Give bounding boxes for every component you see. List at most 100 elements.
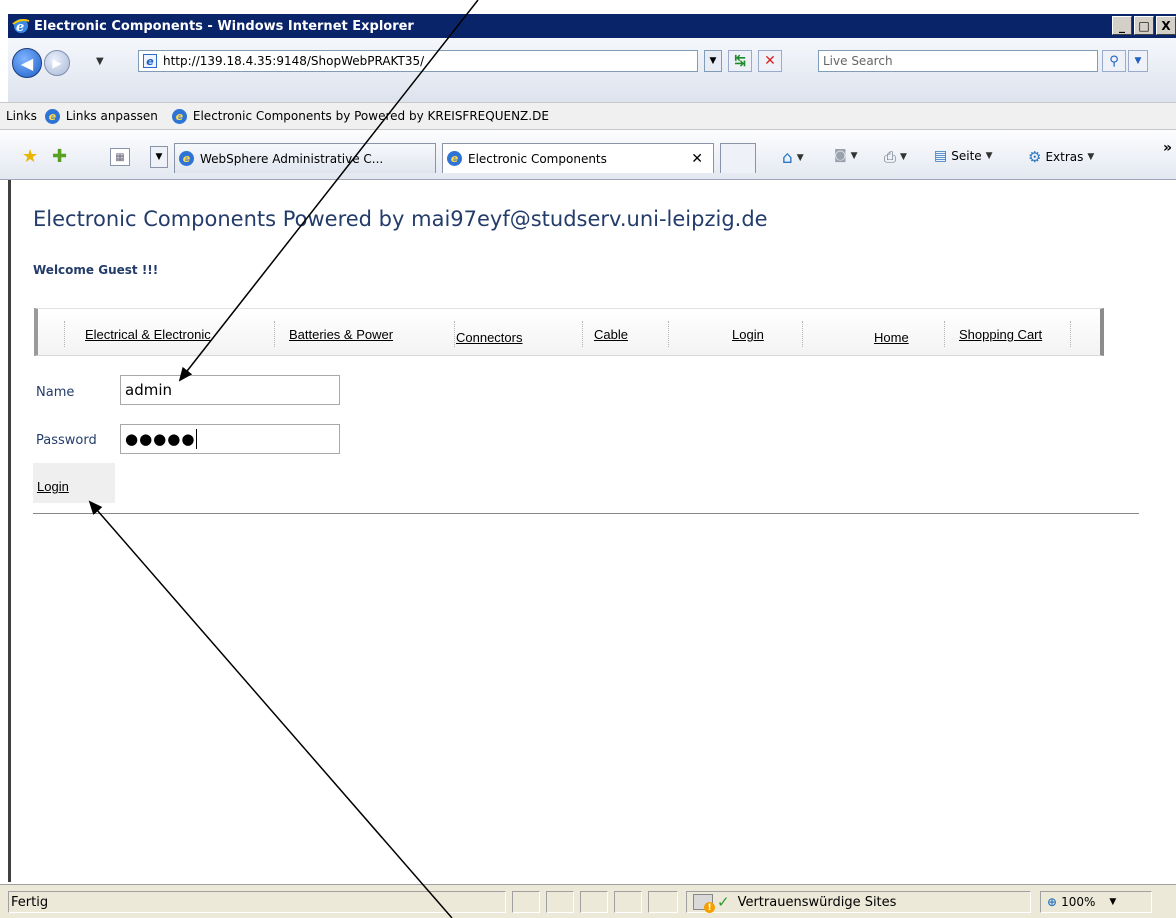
search-button[interactable]: ⚲ <box>1102 50 1126 72</box>
page-menu-button[interactable]: ▤ Seite ▼ <box>934 148 993 164</box>
tools-menu-button[interactable]: ⚙ Extras ▼ <box>1028 148 1094 166</box>
search-input[interactable]: Live Search <box>818 50 1098 72</box>
status-message: Fertig <box>11 894 49 910</box>
print-icon: ⎙ <box>884 148 897 166</box>
address-dropdown[interactable]: ▼ <box>704 50 722 72</box>
address-toolbar: ◀ ▶ ▼ e http://139.18.4.35:9148/ShopWebP… <box>8 38 1176 102</box>
nav-separator <box>1070 321 1071 347</box>
name-input-value: admin <box>125 381 172 399</box>
print-button[interactable]: ⎙ ▼ <box>884 148 907 166</box>
close-tab-icon[interactable]: ✕ <box>691 151 703 167</box>
search-placeholder: Live Search <box>823 54 893 68</box>
ie-logo-icon: e <box>12 19 30 35</box>
nav-separator <box>944 321 945 347</box>
protected-mode-icon <box>693 894 715 913</box>
url-text: http://139.18.4.35:9148/ShopWebPRAKT35/ <box>163 54 425 68</box>
nav-electrical-electronic[interactable]: Electrical & Electronic <box>85 327 211 342</box>
recent-pages-dropdown[interactable]: ▼ <box>96 56 104 67</box>
page-menu-label: Seite <box>951 149 982 163</box>
gear-icon: ⚙ <box>1028 148 1042 166</box>
tab-bar: ★ ✚ ▦ ▼ e WebSphere Administrative C... … <box>0 130 1176 180</box>
refresh-button[interactable]: ↹ <box>728 50 752 72</box>
new-tab-button[interactable] <box>720 143 756 173</box>
zoom-level: 100% <box>1061 895 1096 909</box>
back-arrow-icon: ◀ <box>20 53 34 73</box>
login-button[interactable]: Login <box>37 479 69 494</box>
welcome-message: Welcome Guest !!! <box>33 263 159 277</box>
ie-page-icon: e <box>179 151 194 166</box>
password-label: Password <box>36 433 97 448</box>
page-title: Electronic Components Powered by mai97ey… <box>33 207 768 231</box>
search-icon: ⚲ <box>1109 53 1119 69</box>
links-bar-item-customize[interactable]: e Links anpassen <box>44 108 158 124</box>
tab-websphere[interactable]: e WebSphere Administrative C... <box>174 143 436 173</box>
status-cell <box>512 891 540 913</box>
ie-page-icon: e <box>171 108 187 124</box>
tab-list-dropdown[interactable]: ▼ <box>150 146 168 168</box>
links-item-label: Electronic Components by Powered by KREI… <box>192 109 549 123</box>
zoom-control[interactable]: ⊕ 100% ▼ <box>1040 891 1152 913</box>
links-bar-item-electronic-components[interactable]: e Electronic Components by Powered by KR… <box>171 108 549 124</box>
nav-separator <box>668 321 669 347</box>
back-button[interactable]: ◀ <box>12 48 42 78</box>
home-icon: ⌂ <box>782 148 793 168</box>
chevron-down-icon: ▼ <box>985 151 993 161</box>
security-zone-label: Vertrauenswürdige Sites <box>737 894 897 910</box>
nav-separator <box>454 321 455 347</box>
nav-separator <box>64 321 65 347</box>
links-label: Links <box>6 109 37 123</box>
tab-label: WebSphere Administrative C... <box>200 151 384 166</box>
name-label: Name <box>36 385 75 400</box>
favorites-star-icon[interactable]: ★ <box>22 146 38 167</box>
address-input[interactable]: e http://139.18.4.35:9148/ShopWebPRAKT35… <box>138 50 698 72</box>
stop-icon: ✕ <box>764 53 776 69</box>
site-navigation: Electrical & Electronic Batteries & Powe… <box>34 308 1104 356</box>
maximize-button[interactable]: □ <box>1134 16 1154 35</box>
chevron-down-icon: ▼ <box>1109 897 1117 907</box>
links-bar: Links e Links anpassen e Electronic Comp… <box>0 102 1176 130</box>
window-controls: _ □ X <box>1112 16 1176 35</box>
password-input[interactable]: ●●●●● <box>120 424 340 454</box>
status-cell <box>614 891 642 913</box>
links-item-label: Links anpassen <box>65 109 158 123</box>
home-button[interactable]: ⌂ ▼ <box>782 148 804 168</box>
add-favorite-icon[interactable]: ✚ <box>52 146 67 167</box>
tab-electronic-components[interactable]: e Electronic Components ✕ <box>442 143 714 173</box>
page-content: Electronic Components Powered by mai97ey… <box>11 180 1176 882</box>
stop-button[interactable]: ✕ <box>758 50 782 72</box>
nav-batteries-power[interactable]: Batteries & Power <box>289 327 393 342</box>
page-icon: e <box>143 54 157 68</box>
nav-separator <box>802 321 803 347</box>
nav-login[interactable]: Login <box>732 327 764 342</box>
window-title: Electronic Components - Windows Internet… <box>34 18 414 34</box>
login-cell: Login <box>33 463 115 503</box>
zoom-icon: ⊕ <box>1047 895 1058 909</box>
text-caret <box>196 429 198 449</box>
chevron-down-icon: ▼ <box>796 153 804 163</box>
more-commands-icon[interactable]: » <box>1163 140 1172 156</box>
minimize-button[interactable]: _ <box>1112 16 1132 35</box>
refresh-icon: ↹ <box>734 53 746 69</box>
feed-icon: ◙ <box>834 148 847 163</box>
forward-button[interactable]: ▶ <box>44 50 70 76</box>
checkmark-icon: ✓ <box>717 893 730 911</box>
password-input-value: ●●●●● <box>125 430 196 448</box>
security-zone[interactable]: ✓ Vertrauenswürdige Sites <box>686 891 1031 913</box>
nav-cable[interactable]: Cable <box>594 327 628 342</box>
search-options-dropdown[interactable]: ▼ <box>1128 50 1148 72</box>
nav-separator <box>274 321 275 347</box>
tools-menu-label: Extras <box>1045 150 1084 164</box>
chevron-down-icon: ▼ <box>850 150 858 161</box>
feeds-button[interactable]: ◙ ▼ <box>834 148 858 163</box>
nav-shopping-cart[interactable]: Shopping Cart <box>959 327 1042 342</box>
nav-connectors[interactable]: Connectors <box>456 330 522 345</box>
quick-tabs-button[interactable]: ▦ <box>110 148 130 166</box>
close-button[interactable]: X <box>1156 16 1176 35</box>
chevron-down-icon: ▼ <box>900 152 907 162</box>
ie-page-icon: e <box>447 151 462 166</box>
grid-icon: ▦ <box>115 151 125 163</box>
name-input[interactable]: admin <box>120 375 340 405</box>
nav-home[interactable]: Home <box>874 330 909 345</box>
divider <box>33 513 1139 514</box>
forward-arrow-icon: ▶ <box>52 56 62 70</box>
